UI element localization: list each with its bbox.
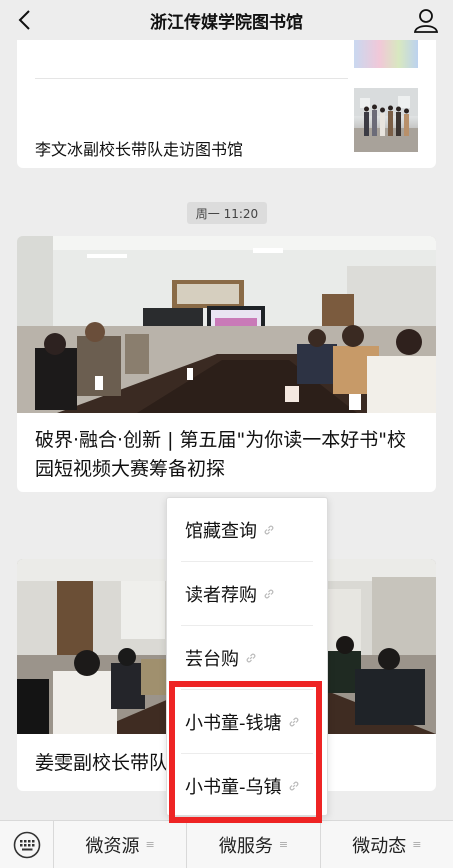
article-card-1[interactable]: 破界·融合·创新 | 第五届"为你读一本好书"校园短视频大赛筹备初探 (17, 236, 436, 492)
news-card-top[interactable]: 李文冰副校长带队走访图书馆 (17, 40, 436, 168)
menu-item-reader-recommend[interactable]: 读者荐购 (167, 562, 327, 625)
article-2-title[interactable]: 姜雯副校长带队 (35, 749, 168, 778)
menu-item-xiaoshutong-wuzhen[interactable]: 小书童-乌镇 (167, 754, 327, 817)
tab-label: 微动态 (352, 835, 407, 857)
page-title: 浙江传媒学院图书馆 (150, 12, 303, 33)
menu-item-catalog-search[interactable]: 馆藏查询 (167, 498, 327, 561)
link-icon (264, 589, 274, 598)
menu-item-label: 馆藏查询 (185, 520, 257, 542)
menu-item-label: 读者荐购 (185, 584, 257, 606)
article-1-title[interactable]: 破界·融合·创新 | 第五届"为你读一本好书"校园短视频大赛筹备初探 (35, 426, 425, 484)
keyboard-icon (13, 831, 40, 858)
bottom-menu-bar: 微资源 ≡ 微服务 ≡ 微动态 ≡ (0, 820, 453, 868)
keyboard-toggle[interactable] (0, 821, 53, 868)
previous-item-thumbnail (354, 40, 418, 68)
menu-lines-icon: ≡ (412, 838, 422, 851)
menu-item-label: 小书童-乌镇 (185, 776, 282, 798)
link-icon (289, 781, 298, 790)
link-icon (246, 653, 256, 662)
menu-item-yuntai-purchase[interactable]: 芸台购 (167, 626, 327, 689)
tab-micro-news[interactable]: 微动态 ≡ (319, 820, 453, 868)
link-icon (264, 525, 274, 534)
link-icon (289, 717, 298, 726)
menu-item-xiaoshutong-qiantang[interactable]: 小书童-钱塘 (167, 690, 327, 753)
menu-lines-icon: ≡ (278, 838, 289, 851)
tab-micro-services[interactable]: 微服务 ≡ (186, 820, 319, 868)
divider (35, 78, 348, 79)
back-arrow-icon[interactable] (14, 8, 38, 32)
menu-item-label: 芸台购 (185, 648, 239, 670)
top-nav-bar: 浙江传媒学院图书馆 (0, 0, 453, 40)
tab-micro-resources[interactable]: 微资源 ≡ (53, 820, 186, 868)
news-item-title[interactable]: 李文冰副校长带队走访图书馆 (35, 136, 243, 160)
service-submenu: 馆藏查询 读者荐购 芸台购 小书童-钱塘 小书童-乌镇 (166, 497, 328, 816)
tab-label: 微服务 (218, 835, 273, 857)
menu-item-label: 小书童-钱塘 (185, 712, 282, 734)
news-item-thumbnail[interactable] (354, 88, 418, 152)
article-1-cover-image[interactable] (17, 236, 436, 413)
message-timestamp: 周一 11:20 (187, 202, 267, 224)
tab-label: 微资源 (85, 835, 140, 857)
menu-lines-icon: ≡ (145, 838, 155, 851)
user-profile-icon[interactable] (413, 7, 439, 33)
